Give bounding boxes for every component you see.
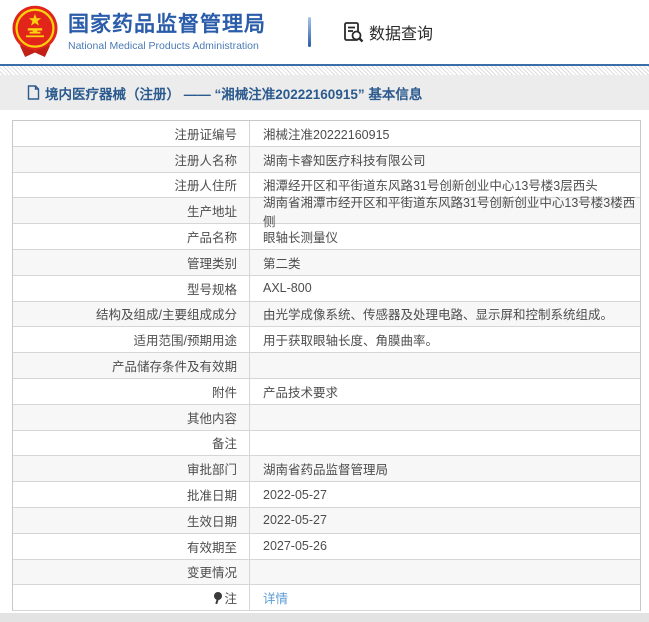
row-value: 湖南省湘潭市经开区和平街道东风路31号创新创业中心13号楼3楼西侧 [263, 195, 636, 229]
table-row: 管理类别 第二类 [13, 249, 640, 276]
row-value: 2027-05-26 [263, 539, 327, 554]
row-label: 管理类别 [13, 249, 250, 275]
site-subtitle: National Medical Products Administration [68, 40, 259, 52]
row-label: 结构及组成/主要组成成分 [13, 301, 250, 327]
document-search-icon [344, 22, 364, 43]
table-row: 备注 [13, 430, 640, 457]
table-row: 其他内容 [13, 404, 640, 431]
row-label: 注册证编号 [13, 121, 250, 146]
row-value: 产品技术要求 [263, 385, 339, 400]
row-value: 第二类 [263, 256, 301, 271]
table-row: 生产地址 湖南省湘潭市经开区和平街道东风路31号创新创业中心13号楼3楼西侧 [13, 195, 640, 229]
row-label: 批准日期 [13, 482, 250, 507]
document-icon [27, 85, 40, 100]
row-label: 注 [13, 585, 250, 611]
table-row: 型号规格 AXL-800 [13, 275, 640, 302]
row-value [250, 431, 640, 456]
row-label: 变更情况 [13, 559, 250, 585]
row-label: 产品名称 [13, 224, 250, 249]
row-value: 由光学成像系统、传感器及处理电路、显示屏和控制系统组成。 [263, 308, 614, 323]
row-value: 湖南省药品监督管理局 [263, 463, 389, 478]
table-row: 有效期至 2027-05-26 [13, 533, 640, 560]
row-label: 适用范围/预期用途 [13, 327, 250, 353]
row-value: 用于获取眼轴长度、角膜曲率。 [263, 334, 439, 349]
table-row: 生效日期 2022-05-27 [13, 507, 640, 534]
table-row: 变更情况 [13, 559, 640, 586]
row-value: 2022-05-27 [263, 487, 327, 502]
info-table: 注册证编号 湘械注准20222160915 注册人名称 湖南卡睿知医疗科技有限公司 注册… [12, 120, 641, 612]
table-row: 结构及组成/主要组成成分 由光学成像系统、传感器及处理电路、显示屏和控制系统组成。 [13, 301, 640, 328]
row-label: 有效期至 [13, 533, 250, 559]
row-label: 附件 [13, 378, 250, 404]
row-label: 注册人名称 [13, 146, 250, 172]
row-label: 型号规格 [13, 275, 250, 301]
table-row: 审批部门 湖南省药品监督管理局 [13, 456, 640, 483]
row-label: 其他内容 [13, 404, 250, 430]
table-row: 适用范围/预期用途 用于获取眼轴长度、角膜曲率。 [13, 327, 640, 354]
row-label: 生产地址 [13, 198, 250, 224]
breadcrumb: 境内医疗器械（注册） —— “湘械注准20222160915” 基本信息 [0, 75, 649, 110]
table-row: 附件 产品技术要求 [13, 378, 640, 405]
row-value: 眼轴长测量仪 [263, 231, 339, 246]
row-label: 产品储存条件及有效期 [13, 353, 250, 378]
row-value [250, 405, 640, 430]
table-row: 批准日期 2022-05-27 [13, 482, 640, 508]
table-row: 注册证编号 湘械注准20222160915 [13, 121, 640, 147]
row-value: 湘械注准20222160915 [263, 127, 390, 142]
row-value: 湖南卡睿知医疗科技有限公司 [263, 153, 426, 168]
spacer [0, 110, 649, 120]
row-label: 审批部门 [13, 456, 250, 482]
nav-divider [308, 17, 311, 47]
detail-link[interactable]: 详情 [263, 588, 288, 607]
row-value: 详情 [250, 585, 640, 610]
site-title: 国家药品监督管理局 [68, 13, 266, 36]
table-row: 注详情 [13, 585, 640, 612]
breadcrumb-text: 境内医疗器械（注册） —— “湘械注准20222160915” 基本信息 [45, 86, 423, 102]
nav-data-query[interactable]: 数据查询 [341, 20, 433, 44]
note-pin-icon [213, 591, 223, 604]
table-row: 产品名称 眼轴长测量仪 [13, 224, 640, 250]
row-value [250, 560, 640, 585]
table-row: 产品储存条件及有效期 [13, 353, 640, 379]
hatch-divider [0, 66, 649, 75]
nav-data-query-label: 数据查询 [369, 26, 434, 43]
site-title-block: 国家药品监督管理局 National Medical Products Admi… [68, 12, 266, 52]
row-label: 备注 [13, 430, 250, 456]
row-label: 生效日期 [13, 507, 250, 533]
row-value: 2022-05-27 [263, 513, 327, 528]
row-value [250, 353, 640, 378]
row-label: 注册人住所 [13, 172, 250, 198]
national-emblem-logo [8, 3, 62, 61]
site-header: 国家药品监督管理局 National Medical Products Admi… [0, 0, 649, 64]
row-value: AXL-800 [263, 281, 312, 296]
table-row: 注册人名称 湖南卡睿知医疗科技有限公司 [13, 146, 640, 173]
